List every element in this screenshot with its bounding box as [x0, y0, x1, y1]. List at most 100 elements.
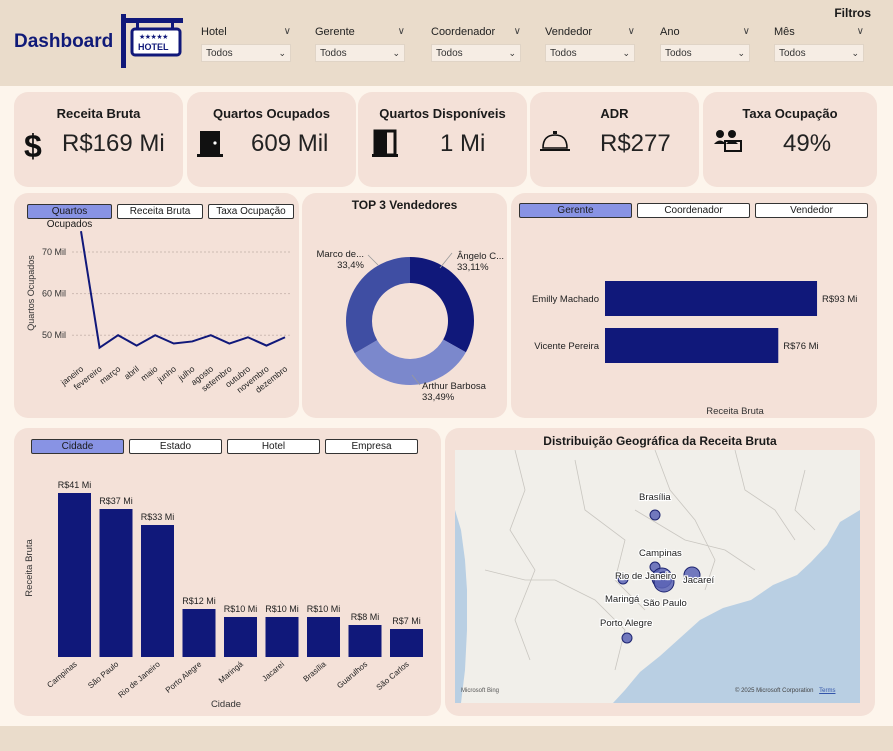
city-label: Maringá — [605, 594, 640, 605]
bar[interactable] — [390, 629, 423, 657]
slice-percent: 33,4% — [337, 260, 364, 271]
kpi-card-1: Quartos Ocupados 609 Mil — [187, 92, 356, 187]
door-open-icon — [372, 128, 398, 163]
slice-label: Arthur Barbosa — [422, 381, 487, 392]
x-tick-label: Porto Alegre — [164, 659, 204, 695]
filter-select[interactable]: Todos ⌄ — [774, 44, 864, 62]
terms-link[interactable]: Terms — [819, 688, 835, 694]
slice-percent: 33,49% — [422, 392, 455, 403]
bar[interactable] — [348, 625, 382, 657]
x-tick-label: maio — [139, 364, 160, 383]
bar[interactable] — [605, 281, 818, 316]
kpi-title: Receita Bruta — [56, 106, 141, 121]
dollar-icon: $ — [22, 128, 50, 167]
dropdown-arrow-icon: ⌄ — [851, 48, 859, 58]
bar-value-label: R$93 Mi — [822, 294, 857, 305]
filter-label: Vendedor — [545, 26, 593, 38]
city-label: Porto Alegre — [600, 618, 652, 629]
bar[interactable] — [307, 617, 340, 657]
filter-label: Coordenador — [431, 26, 496, 38]
y-axis-label: Quartos Ocupados — [26, 255, 36, 331]
bar[interactable] — [265, 617, 299, 657]
city-bubble[interactable] — [649, 509, 661, 521]
filter-1[interactable]: Gerente ∨ Todos ⌄ — [315, 26, 405, 62]
x-tick-label: Campinas — [45, 660, 78, 690]
kpi-title: Taxa Ocupação — [742, 106, 838, 121]
series-line — [80, 231, 286, 350]
bar-category-label: Vicente Pereira — [534, 341, 599, 352]
bar-category-label: Emilly Machado — [532, 294, 599, 305]
map[interactable]: Brasília Campinas Rio de Janeiro Jacareí Mar… — [455, 450, 860, 703]
bar-value-label: R$8 Mi — [351, 612, 380, 622]
page-title: Dashboard — [14, 31, 114, 52]
dropdown-arrow-icon: ⌄ — [278, 48, 286, 58]
filter-select[interactable]: Todos ⌄ — [545, 44, 635, 62]
chevron-down-icon[interactable]: ∨ — [398, 26, 405, 37]
filter-3[interactable]: Vendedor ∨ Todos ⌄ — [545, 26, 635, 62]
chevron-down-icon[interactable]: ∨ — [514, 26, 521, 37]
header-bar: Dashboard ★★★★★ HOTEL Filtros Hotel ∨ Todo… — [0, 0, 893, 86]
line-chart: 50 Mil60 Mil70 MilQuartos Ocupadosjaneir… — [26, 231, 292, 395]
x-tick-label: março — [98, 364, 123, 387]
logo-hotel-text: HOTEL — [138, 42, 169, 52]
bar[interactable] — [99, 509, 133, 657]
filter-label: Mês — [774, 26, 795, 38]
kpi-card-0: Receita Bruta $ R$169 Mi — [14, 92, 183, 187]
donut-slice[interactable] — [346, 257, 410, 354]
bar-value-label: R$7 Mi — [392, 616, 421, 626]
bar-value-label: R$41 Mi — [58, 480, 92, 490]
bar-value-label: R$10 Mi — [224, 604, 258, 614]
map-title: Distribuição Geográfica da Receita Bruta — [543, 434, 777, 448]
city-bubble[interactable] — [621, 632, 633, 644]
filter-value: Todos — [436, 48, 463, 59]
filter-select[interactable]: Todos ⌄ — [660, 44, 750, 62]
donut-chart: Ângelo C...33,11% Arthur Barbosa33,49% Mar… — [316, 249, 504, 403]
bar[interactable] — [141, 525, 174, 657]
chevron-down-icon[interactable]: ∨ — [628, 26, 635, 37]
bar-value-label: R$76 Mi — [783, 341, 818, 352]
vbar-chart: R$41 Mi Campinas R$37 Mi São Paulo R$33 Mi Ri… — [24, 480, 423, 710]
city-label: Campinas — [639, 548, 682, 559]
kpi-value: 1 Mi — [440, 130, 486, 157]
svg-text:$: $ — [24, 128, 42, 162]
kpi-value: R$169 Mi — [62, 130, 165, 157]
kpi-title: Quartos Disponíveis — [379, 106, 506, 121]
x-tick-label: Guarulhos — [335, 660, 369, 691]
x-tick-label: Rio de Janeiro — [116, 659, 162, 699]
door-closed-icon — [197, 128, 223, 163]
leader-line — [367, 254, 379, 266]
bar[interactable] — [605, 328, 779, 363]
filter-value: Todos — [550, 48, 577, 59]
bar[interactable] — [58, 493, 91, 657]
filter-4[interactable]: Ano ∨ Todos ⌄ — [660, 26, 750, 62]
filter-5[interactable]: Mês ∨ Todos ⌄ — [774, 26, 864, 62]
dropdown-arrow-icon: ⌄ — [737, 48, 745, 58]
x-axis-label: Receita Bruta — [706, 406, 764, 417]
chevron-down-icon[interactable]: ∨ — [857, 26, 864, 37]
chevron-down-icon[interactable]: ∨ — [284, 26, 291, 37]
slice-percent: 33,11% — [457, 262, 489, 273]
bar[interactable] — [182, 609, 216, 657]
bar-value-label: R$12 Mi — [182, 596, 216, 606]
y-tick-label: 50 Mil — [42, 330, 66, 340]
filter-value: Todos — [320, 48, 347, 59]
leader-line — [439, 252, 453, 269]
bar-value-label: R$10 Mi — [307, 604, 341, 614]
kpi-card-2: Quartos Disponíveis 1 Mi — [358, 92, 527, 187]
filter-0[interactable]: Hotel ∨ Todos ⌄ — [201, 26, 291, 62]
filter-select[interactable]: Todos ⌄ — [431, 44, 521, 62]
map-panel: Distribuição Geográfica da Receita Bruta… — [445, 428, 875, 716]
filter-2[interactable]: Coordenador ∨ Todos ⌄ — [431, 26, 521, 62]
bar-value-label: R$10 Mi — [265, 604, 299, 614]
donut-slice[interactable] — [354, 339, 466, 385]
people-desk-icon — [713, 128, 743, 159]
chevron-down-icon[interactable]: ∨ — [743, 26, 750, 37]
filter-value: Todos — [665, 48, 692, 59]
kpi-value: R$277 — [600, 130, 671, 157]
donut-panel: TOP 3 Vendedores Ângelo C... 33,11% Arthur… — [302, 193, 507, 418]
line-chart-panel: Quartos Ocupados Receita Bruta Taxa Ocupaç… — [14, 193, 299, 418]
x-tick-label: Jacareí — [260, 659, 286, 683]
bar[interactable] — [224, 617, 257, 657]
filter-select[interactable]: Todos ⌄ — [201, 44, 291, 62]
filter-select[interactable]: Todos ⌄ — [315, 44, 405, 62]
